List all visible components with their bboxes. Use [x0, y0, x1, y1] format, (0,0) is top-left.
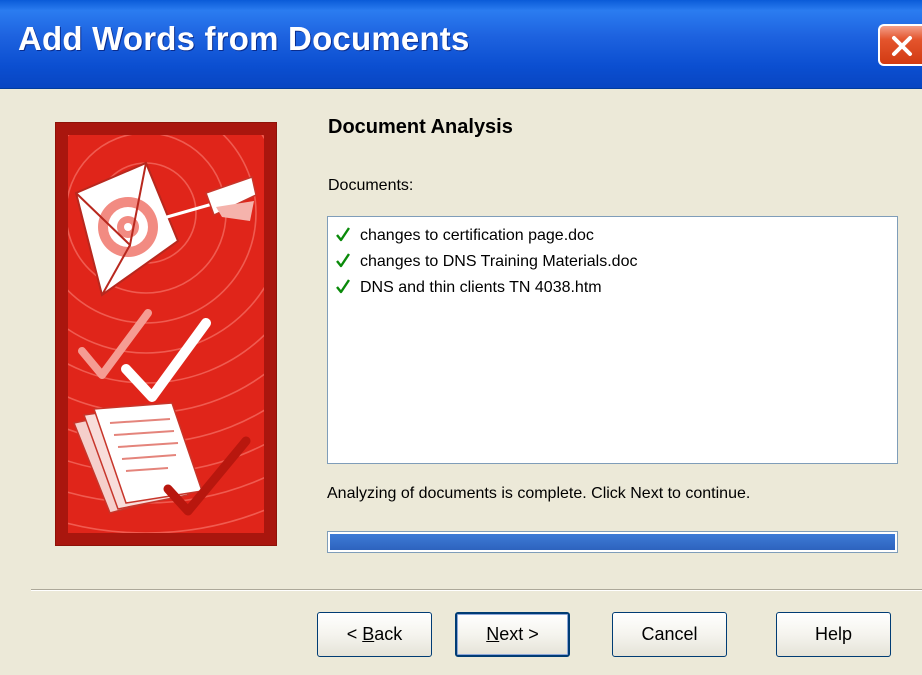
back-button-mnemonic: B: [362, 624, 375, 644]
wizard-illustration: [55, 122, 277, 546]
next-button[interactable]: Next >: [455, 612, 570, 657]
documents-list[interactable]: changes to certification page.doc change…: [327, 216, 898, 464]
list-item[interactable]: changes to DNS Training Materials.doc: [328, 249, 897, 275]
progress-bar: [327, 531, 898, 553]
close-button[interactable]: [878, 24, 922, 66]
progress-fill: [330, 534, 895, 550]
title-bar[interactable]: Add Words from Documents: [0, 0, 922, 89]
close-icon: [892, 36, 912, 56]
next-button-rest: ext >: [499, 624, 539, 644]
window-title: Add Words from Documents: [18, 20, 470, 57]
separator: [31, 589, 922, 591]
check-icon: [336, 253, 350, 268]
next-button-mnemonic: N: [486, 624, 500, 644]
document-name: changes to certification page.doc: [360, 227, 594, 244]
dialog-window: Add Words from Documents Document Analys…: [0, 0, 922, 675]
documents-label: Documents:: [328, 177, 414, 194]
status-text: Analyzing of documents is complete. Clic…: [327, 485, 751, 502]
document-name: changes to DNS Training Materials.doc: [360, 253, 638, 270]
cancel-button[interactable]: Cancel: [612, 612, 727, 657]
help-button[interactable]: Help: [776, 612, 891, 657]
back-button-prefix: <: [346, 624, 363, 644]
back-button[interactable]: < Back: [317, 612, 432, 657]
check-icon: [336, 227, 350, 242]
document-name: DNS and thin clients TN 4038.htm: [360, 279, 602, 296]
list-item[interactable]: changes to certification page.doc: [328, 223, 897, 249]
list-item[interactable]: DNS and thin clients TN 4038.htm: [328, 275, 897, 301]
page-heading: Document Analysis: [328, 116, 513, 138]
check-icon: [336, 279, 350, 294]
back-button-rest: ack: [374, 624, 403, 644]
